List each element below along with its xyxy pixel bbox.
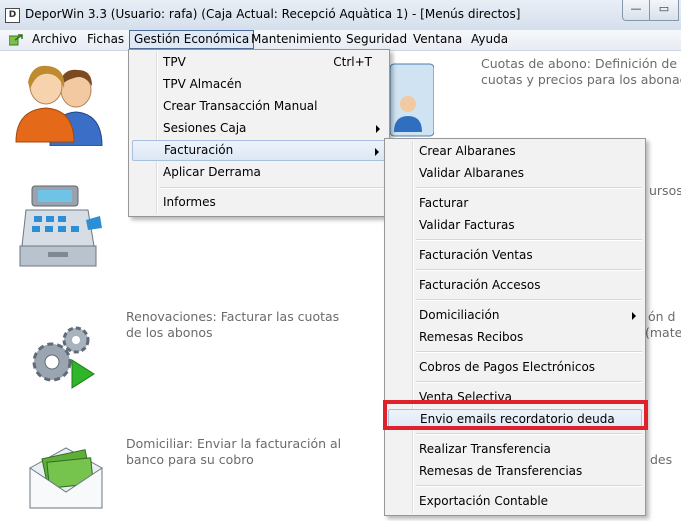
menu-separator — [416, 269, 642, 271]
menu-ayuda[interactable]: Ayuda — [467, 31, 512, 48]
menu-item-validar-albaranes[interactable]: Validar Albaranes — [388, 163, 642, 184]
menu-item-sesiones-caja[interactable]: Sesiones Caja — [132, 118, 386, 139]
menu-item-aplicar-derrama[interactable]: Aplicar Derrama — [132, 162, 386, 183]
menu-item-informes[interactable]: Informes — [132, 192, 386, 213]
menu-item-remesas-transferencias[interactable]: Remesas de Transferencias — [388, 461, 642, 482]
tile-domiciliar-line2: banco para su cobro — [126, 452, 254, 467]
submenu-arrow-icon — [632, 312, 636, 320]
menu-item-remesas-recibos[interactable]: Remesas Recibos — [388, 327, 642, 348]
menu-seguridad[interactable]: Seguridad — [342, 31, 411, 48]
app-icon: D — [5, 8, 20, 23]
tile-cuotas-line2: cuotas y precios para los abonac — [481, 72, 681, 87]
menu-item-cobros-pagos-electronicos[interactable]: Cobros de Pagos Electrónicos — [388, 357, 642, 378]
menu-ventana[interactable]: Ventana — [409, 31, 466, 48]
menu-item-tpv[interactable]: TPV Ctrl+T — [132, 52, 386, 73]
menu-separator — [416, 433, 642, 435]
menu-separator — [416, 299, 642, 301]
menu-item-facturar[interactable]: Facturar — [388, 193, 642, 214]
menu-separator — [416, 485, 642, 487]
menu-item-facturacion[interactable]: Facturación — [132, 140, 386, 161]
facturacion-submenu: Crear Albaranes Validar Albaranes Factur… — [384, 138, 646, 516]
menu-separator — [416, 187, 642, 189]
submenu-arrow-icon — [376, 125, 380, 133]
menu-item-domiciliacion[interactable]: Domiciliación — [388, 305, 642, 326]
tile-fragment-cursos: ursos — [649, 183, 681, 198]
title-bar: D DeporWin 3.3 (Usuario: rafa) (Caja Act… — [0, 0, 681, 31]
tile-fragment-mate: (mate — [645, 325, 681, 340]
menu-item-crear-albaranes[interactable]: Crear Albaranes — [388, 141, 642, 162]
shortcut-label: Ctrl+T — [333, 55, 372, 69]
menu-separator — [416, 239, 642, 241]
tile-domiciliar-line1: Domiciliar: Enviar la facturación al — [126, 436, 342, 451]
tile-renovaciones-line2: de los abonos — [126, 325, 213, 340]
cash-register-icon[interactable] — [18, 180, 104, 270]
menu-item-validar-facturas[interactable]: Validar Facturas — [388, 215, 642, 236]
tile-fragment-on: ón d — [648, 309, 676, 324]
id-card-icon[interactable] — [384, 60, 434, 140]
envelope-money-icon[interactable] — [26, 446, 106, 512]
users-icon[interactable] — [14, 60, 110, 146]
tile-renovaciones-line1: Renovaciones: Facturar las cuotas — [126, 309, 340, 324]
gears-play-icon[interactable] — [26, 320, 98, 392]
maximize-button[interactable]: ▭ — [649, 0, 679, 21]
menu-item-facturacion-ventas[interactable]: Facturación Ventas — [388, 245, 642, 266]
menu-gestion-economica[interactable]: Gestión Económica — [129, 30, 255, 49]
mdi-child-icon[interactable] — [9, 34, 23, 47]
menu-separator — [416, 351, 642, 353]
menu-separator — [160, 187, 386, 189]
menu-item-realizar-transferencia[interactable]: Realizar Transferencia — [388, 439, 642, 460]
menu-item-tpv-almacen[interactable]: TPV Almacén — [132, 74, 386, 95]
submenu-arrow-icon — [375, 148, 379, 156]
menu-item-facturacion-accesos[interactable]: Facturación Accesos — [388, 275, 642, 296]
menu-item-crear-transaccion[interactable]: Crear Transacción Manual — [132, 96, 386, 117]
tile-fragment-des: des — [650, 452, 673, 467]
window-title: DeporWin 3.3 (Usuario: rafa) (Caja Actua… — [25, 7, 521, 21]
menu-separator — [416, 381, 642, 383]
menu-item-exportacion-contable[interactable]: Exportación Contable — [388, 491, 642, 512]
annotation-highlight-box — [383, 400, 648, 430]
menu-mantenimiento[interactable]: Mantenimiento — [247, 31, 345, 48]
minimize-button[interactable]: — — [622, 0, 650, 21]
menu-archivo[interactable]: Archivo — [28, 31, 81, 48]
tile-cuotas-line1: Cuotas de abono: Definición de — [481, 56, 678, 71]
gestion-economica-menu: TPV Ctrl+T TPV Almacén Crear Transacción… — [128, 49, 390, 217]
menu-fichas[interactable]: Fichas — [83, 31, 128, 48]
